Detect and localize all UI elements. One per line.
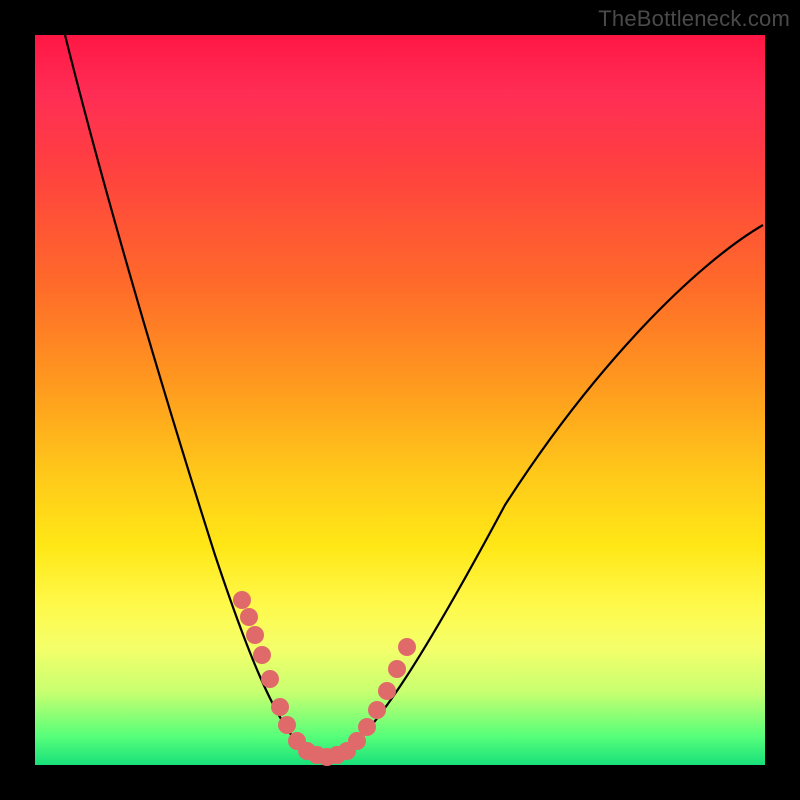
chart-frame: TheBottleneck.com (0, 0, 800, 800)
plot-area (35, 35, 765, 765)
watermark-text: TheBottleneck.com (598, 6, 790, 32)
chart-svg (35, 35, 765, 765)
